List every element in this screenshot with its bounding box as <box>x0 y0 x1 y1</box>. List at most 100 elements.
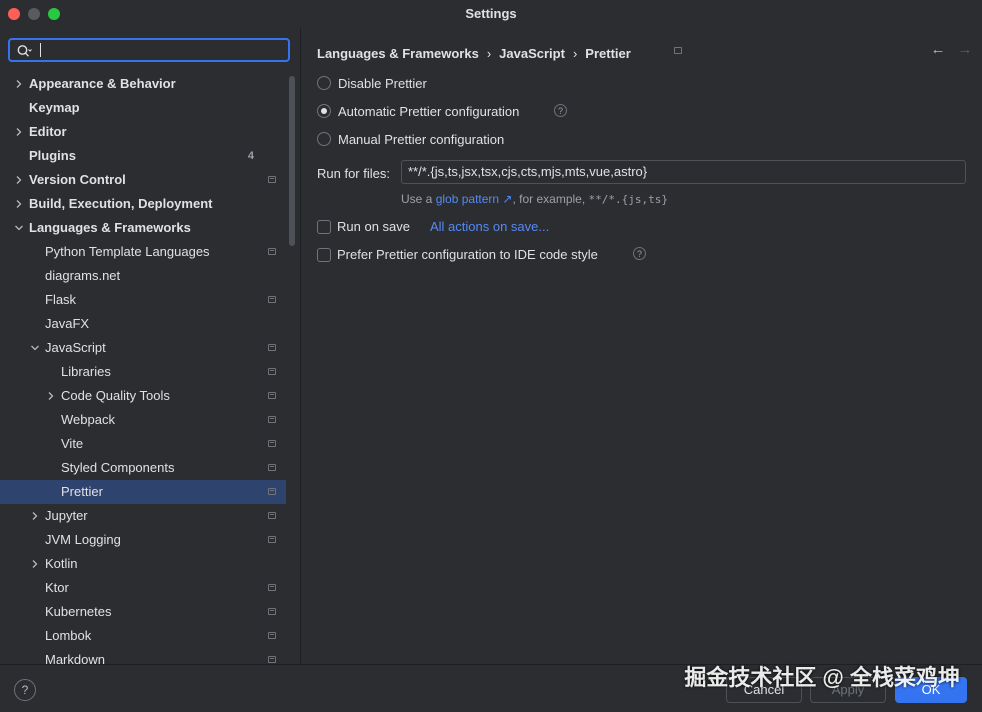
project-scope-icon <box>268 440 276 447</box>
sidebar-item[interactable]: Prettier <box>0 480 286 504</box>
chevron-right-icon[interactable] <box>30 559 40 569</box>
project-scope-icon <box>268 176 276 183</box>
sidebar-item[interactable]: diagrams.net <box>0 264 286 288</box>
sidebar-item-label: Editor <box>29 124 67 139</box>
radio-button[interactable] <box>317 76 331 90</box>
sidebar-item[interactable]: JVM Logging <box>0 528 286 552</box>
sidebar-scrollbar[interactable] <box>289 76 295 246</box>
sidebar-item-label: Code Quality Tools <box>61 388 170 403</box>
search-input[interactable] <box>8 38 290 62</box>
watermark: 掘金技术社区 @ 全栈菜鸡坤 <box>684 665 960 690</box>
sidebar-item-label: JVM Logging <box>45 532 121 547</box>
breadcrumb-item[interactable]: JavaScript <box>499 46 565 61</box>
project-scope-icon <box>268 584 276 591</box>
chevron-down-icon[interactable] <box>30 343 40 353</box>
radio-label: Manual Prettier configuration <box>338 132 505 147</box>
prefer-config-label: Prefer Prettier configuration to IDE cod… <box>337 247 598 262</box>
sidebar-item[interactable]: Ktor <box>0 576 286 600</box>
breadcrumb-item: Prettier <box>585 46 631 61</box>
chevron-right-icon[interactable] <box>14 79 24 89</box>
sidebar-item[interactable]: Styled Components <box>0 456 286 480</box>
sidebar-item[interactable]: Lombok <box>0 624 286 648</box>
sidebar-item[interactable]: JavaScript <box>0 336 286 360</box>
chevron-right-icon[interactable] <box>30 511 40 521</box>
sidebar-item[interactable]: Flask <box>0 288 286 312</box>
project-scope-icon <box>268 656 276 663</box>
sidebar-item[interactable]: Version Control <box>0 168 286 192</box>
sidebar-item-label: Styled Components <box>61 460 175 475</box>
run-for-files-label: Run for files: <box>317 166 390 181</box>
project-scope-icon <box>268 512 276 519</box>
project-scope-icon <box>268 392 276 399</box>
glob-hint: Use a glob pattern ↗, for example, **/*.… <box>401 191 668 208</box>
project-scope-icon <box>268 368 276 375</box>
project-scope-icon <box>268 248 276 255</box>
text-caret <box>40 43 41 57</box>
sidebar-item-label: Kubernetes <box>45 604 112 619</box>
sidebar-item-label: Jupyter <box>45 508 88 523</box>
radio-label: Disable Prettier <box>338 76 427 91</box>
sidebar-item[interactable]: Libraries <box>0 360 286 384</box>
sidebar-item-label: Appearance & Behavior <box>29 76 176 91</box>
chevron-right-icon[interactable] <box>14 199 24 209</box>
settings-sidebar: Appearance & Behavior Keymap Editor Plugins… <box>0 28 301 664</box>
sidebar-item-label: Plugins <box>29 148 76 163</box>
help-icon[interactable]: ? <box>633 247 646 260</box>
sidebar-item[interactable]: Appearance & Behavior <box>0 72 286 96</box>
project-scope-icon <box>674 47 682 54</box>
arrow-right-icon[interactable]: → <box>957 42 973 58</box>
help-button[interactable]: ? <box>14 679 36 701</box>
radio-button[interactable] <box>317 132 331 146</box>
sidebar-item-label: Webpack <box>61 412 115 427</box>
sidebar-item[interactable]: Build, Execution, Deployment <box>0 192 286 216</box>
sidebar-item-label: Kotlin <box>45 556 78 571</box>
sidebar-item[interactable]: Languages & Frameworks <box>0 216 286 240</box>
sidebar-item[interactable]: Keymap <box>0 96 286 120</box>
chevron-right-icon[interactable] <box>14 127 24 137</box>
sidebar-item-label: JavaFX <box>45 316 90 331</box>
window-title: Settings <box>465 6 517 21</box>
glob-pattern-link[interactable]: glob pattern ↗ <box>436 192 513 206</box>
sidebar-item[interactable]: Kotlin <box>0 552 286 576</box>
sidebar-item-label: Prettier <box>61 484 103 499</box>
all-actions-on-save-link[interactable]: All actions on save... <box>430 217 549 237</box>
settings-tree: Appearance & Behavior Keymap Editor Plugins… <box>0 72 286 664</box>
breadcrumb-item[interactable]: Languages & Frameworks <box>317 46 479 61</box>
chevron-down-icon[interactable] <box>14 223 24 233</box>
sidebar-item[interactable]: Jupyter <box>0 504 286 528</box>
run-for-files-input[interactable]: **/*.{js,ts,jsx,tsx,cjs,cts,mjs,mts,vue,… <box>401 160 966 184</box>
sidebar-item[interactable]: Vite <box>0 432 286 456</box>
radio-button[interactable] <box>317 104 331 118</box>
chevron-right-icon[interactable] <box>14 175 24 185</box>
hint-example: **/*.{js,ts} <box>588 193 669 206</box>
sidebar-item[interactable]: Markdown <box>0 648 286 664</box>
hint-middle: , for example, <box>512 192 586 206</box>
sidebar-item-label: Flask <box>45 292 77 307</box>
project-scope-icon <box>268 488 276 495</box>
sidebar-item-label: diagrams.net <box>45 268 121 283</box>
sidebar-item[interactable]: Plugins 4 <box>0 144 286 168</box>
help-icon[interactable]: ? <box>554 104 567 117</box>
project-scope-icon <box>268 296 276 303</box>
sidebar-item-label: Lombok <box>45 628 92 643</box>
project-scope-icon <box>268 632 276 639</box>
sidebar-item-label: JavaScript <box>45 340 106 355</box>
hint-prefix: Use a <box>401 192 433 206</box>
sidebar-item-label: Vite <box>61 436 84 451</box>
sidebar-item[interactable]: Code Quality Tools <box>0 384 286 408</box>
sidebar-item[interactable]: Webpack <box>0 408 286 432</box>
project-scope-icon <box>268 464 276 471</box>
sidebar-item[interactable]: Editor <box>0 120 286 144</box>
sidebar-item-label: Markdown <box>45 652 105 664</box>
sidebar-item[interactable]: JavaFX <box>0 312 286 336</box>
title-bar: Settings <box>0 0 982 28</box>
radio-label: Automatic Prettier configuration <box>338 104 520 119</box>
run-on-save-label: Run on save <box>337 219 410 234</box>
sidebar-item-label: Languages & Frameworks <box>29 220 191 235</box>
sidebar-item[interactable]: Kubernetes <box>0 600 286 624</box>
prefer-config-checkbox[interactable] <box>317 248 331 262</box>
sidebar-item[interactable]: Python Template Languages <box>0 240 286 264</box>
chevron-right-icon[interactable] <box>46 391 56 401</box>
arrow-left-icon[interactable]: ← <box>930 42 946 58</box>
run-on-save-checkbox[interactable] <box>317 220 331 234</box>
